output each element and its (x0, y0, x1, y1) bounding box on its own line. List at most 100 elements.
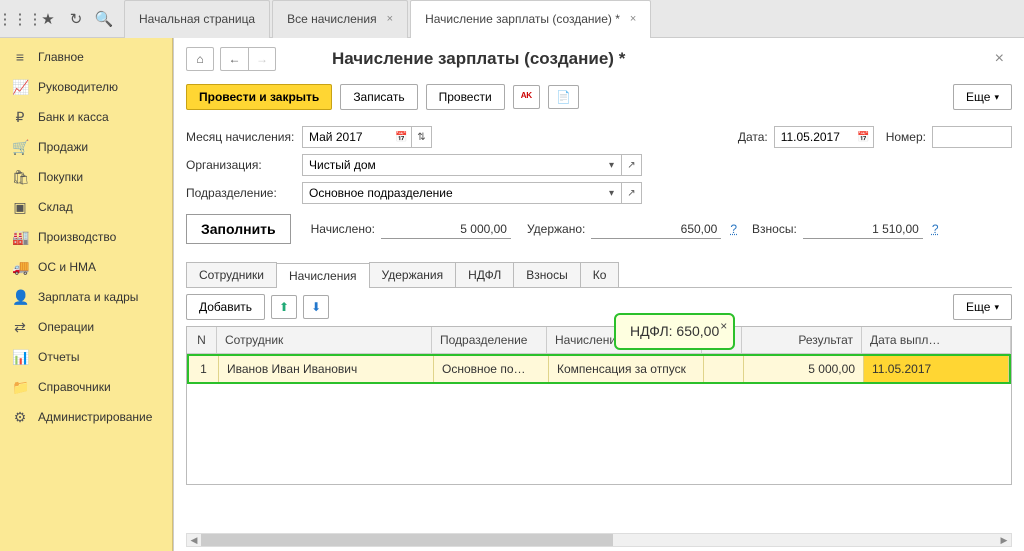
bag-icon: 🛍 (12, 169, 28, 186)
sidebar-item-directories[interactable]: 📁Справочники (0, 372, 172, 402)
more-button[interactable]: Еще (953, 84, 1012, 110)
subtab-withholdings[interactable]: Удержания (369, 262, 457, 287)
close-icon[interactable]: × (630, 13, 636, 25)
org-input[interactable] (302, 154, 602, 176)
tab-payroll-create[interactable]: Начисление зарплаты (создание) *× (410, 0, 651, 38)
cell-employee: Иванов Иван Иванович (219, 356, 434, 382)
col-date[interactable]: Дата выпл… (862, 327, 1011, 353)
sidebar-item-label: Операции (38, 320, 94, 334)
subtab-accruals[interactable]: Начисления (276, 263, 370, 288)
tab-label: Начальная страница (139, 12, 255, 26)
sidebar-item-warehouse[interactable]: ▣Склад (0, 192, 172, 222)
col-employee[interactable]: Сотрудник (217, 327, 432, 353)
date-field[interactable]: 📅 (774, 126, 874, 148)
move-down-button[interactable]: ⬇ (303, 295, 329, 319)
withheld-help-link[interactable]: ? (727, 222, 740, 236)
report-icon: 📊 (12, 349, 28, 366)
table-row[interactable]: 1 Иванов Иван Иванович Основное по… Комп… (187, 354, 1011, 384)
sidebar-item-assets[interactable]: 🚚ОС и НМА (0, 252, 172, 282)
close-icon[interactable]: × (387, 13, 393, 25)
cell-result: 5 000,00 (744, 356, 864, 382)
col-n[interactable]: N (187, 327, 217, 353)
open-icon[interactable]: ↗ (622, 154, 642, 176)
tab-home[interactable]: Начальная страница (124, 0, 270, 38)
star-icon[interactable]: ★ (34, 5, 62, 33)
subtab-ndfl[interactable]: НДФЛ (455, 262, 514, 287)
add-button[interactable]: Добавить (186, 294, 265, 320)
sidebar-item-manager[interactable]: 📈Руководителю (0, 72, 172, 102)
tab-label: Все начисления (287, 12, 377, 26)
sidebar-item-reports[interactable]: 📊 Отчеты (0, 342, 172, 372)
sidebar-item-label: Зарплата и кадры (38, 290, 138, 304)
fill-button[interactable]: Заполнить (186, 214, 291, 244)
cell-n: 1 (189, 356, 219, 382)
scroll-left-icon[interactable]: ◀ (187, 534, 201, 546)
sidebar-item-purchases[interactable]: 🛍Покупки (0, 162, 172, 192)
col-department[interactable]: Подразделение (432, 327, 547, 353)
sidebar-item-label: Отчеты (38, 350, 79, 364)
back-button[interactable]: ← (220, 47, 248, 71)
dropdown-icon[interactable]: ▾ (602, 154, 622, 176)
scroll-thumb[interactable] (201, 534, 613, 546)
tab-all-accruals[interactable]: Все начисления × (272, 0, 408, 38)
number-input[interactable] (932, 126, 1012, 148)
sidebar-item-label: Главное (38, 50, 84, 64)
subtab-employees[interactable]: Сотрудники (186, 262, 277, 287)
write-button[interactable]: Записать (340, 84, 417, 110)
cell-accrual: Компенсация за отпуск (549, 356, 704, 382)
dropdown-icon[interactable]: ▾ (602, 182, 622, 204)
org-label: Организация: (186, 158, 296, 172)
history-icon[interactable]: ↻ (62, 5, 90, 33)
date-input[interactable] (774, 126, 854, 148)
print-button[interactable]: 📄 (548, 85, 579, 109)
sidebar-item-main[interactable]: ≡Главное (0, 42, 172, 72)
calendar-icon[interactable]: 📅 (854, 126, 874, 148)
number-label: Номер: (886, 130, 926, 144)
open-icon[interactable]: ↗ (622, 182, 642, 204)
sidebar-item-bank[interactable]: ₽Банк и касса (0, 102, 172, 132)
sidebar-item-production[interactable]: 🏭Производство (0, 222, 172, 252)
apps-icon[interactable]: ⋮⋮⋮ (6, 5, 34, 33)
ndfl-tooltip: НДФЛ: 650,00 × (614, 313, 735, 350)
calendar-icon[interactable]: 📅 (392, 126, 412, 148)
month-field[interactable]: 📅 ⇅ (302, 126, 432, 148)
month-input[interactable] (302, 126, 392, 148)
nav-buttons: ← → (220, 47, 276, 71)
org-field[interactable]: ▾ ↗ (302, 154, 642, 176)
subtab-contributions[interactable]: Взносы (513, 262, 580, 287)
accrued-label: Начислено: (311, 222, 375, 236)
close-button[interactable]: × (987, 46, 1012, 72)
dep-field[interactable]: ▾ ↗ (302, 182, 642, 204)
contrib-label: Взносы: (752, 222, 797, 236)
page-title: Начисление зарплаты (создание) * (332, 49, 625, 69)
dt-kt-button[interactable]: ᴬᴷ (513, 85, 540, 109)
horizontal-scrollbar[interactable]: ◀ ▶ (186, 533, 1012, 547)
sidebar-item-payroll[interactable]: 👤Зарплата и кадры (0, 282, 172, 312)
scroll-right-icon[interactable]: ▶ (997, 534, 1011, 546)
subtab-more[interactable]: Ко (580, 262, 620, 287)
content: ⌂ ← → Начисление зарплаты (создание) * ×… (173, 38, 1024, 551)
form: Месяц начисления: 📅 ⇅ Дата: 📅 Номер: Орг… (174, 114, 1024, 256)
stepper-icon[interactable]: ⇅ (412, 126, 432, 148)
post-button[interactable]: Провести (426, 84, 505, 110)
home-button[interactable]: ⌂ (186, 47, 214, 71)
table-more-button[interactable]: Еще (953, 294, 1012, 320)
post-and-close-button[interactable]: Провести и закрыть (186, 84, 332, 110)
col-result[interactable]: Результат (742, 327, 862, 353)
sidebar-item-operations[interactable]: ⇄ Операции (0, 312, 172, 342)
dep-input[interactable] (302, 182, 602, 204)
swap-icon: ⇄ (12, 319, 28, 336)
cell-department: Основное по… (434, 356, 549, 382)
sidebar-item-admin[interactable]: ⚙Администрирование (0, 402, 172, 432)
sub-tabs: Сотрудники Начисления Удержания НДФЛ Взн… (186, 262, 1012, 288)
gear-icon: ⚙ (12, 409, 28, 426)
month-label: Месяц начисления: (186, 130, 296, 144)
tooltip-text: НДФЛ: 650,00 (630, 323, 719, 339)
move-up-button[interactable]: ⬆ (271, 295, 297, 319)
contrib-help-link[interactable]: ? (929, 222, 942, 236)
search-icon[interactable]: 🔍 (90, 5, 118, 33)
sidebar-item-sales[interactable]: 🛒Продажи (0, 132, 172, 162)
forward-button[interactable]: → (248, 47, 276, 71)
tooltip-close-icon[interactable]: × (720, 319, 727, 333)
table-header: N Сотрудник Подразделение Начисление Рез… (187, 327, 1011, 354)
